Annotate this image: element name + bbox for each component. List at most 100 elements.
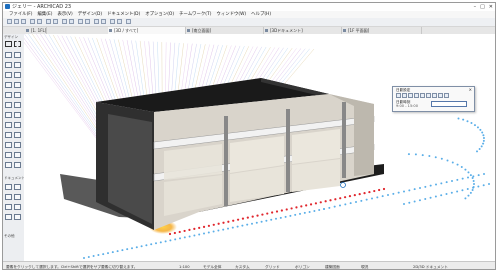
door-tool-icon[interactable] xyxy=(5,92,12,98)
menu-window[interactable]: ウィンドウ(W) xyxy=(216,11,246,18)
shell-tool-icon[interactable] xyxy=(14,72,21,78)
tab-1f-plan[interactable]: [1F 平面図] xyxy=(342,27,422,34)
shadow-icon[interactable] xyxy=(402,93,407,98)
interior-elevation-tool-icon[interactable] xyxy=(14,152,21,158)
tab-3d-view[interactable]: [3D / すべて] xyxy=(108,27,186,34)
sun-position-marker[interactable] xyxy=(340,182,346,188)
panel-close-button[interactable]: × xyxy=(469,87,472,92)
3d-view-icon[interactable] xyxy=(69,19,74,24)
marquee-icon[interactable] xyxy=(53,19,58,24)
help-icon[interactable] xyxy=(444,93,449,98)
lamp-tool-icon[interactable] xyxy=(14,122,21,128)
column-tool-icon[interactable] xyxy=(14,52,21,58)
sun-path-dot-blue xyxy=(471,177,474,180)
sun-icon[interactable] xyxy=(396,93,401,98)
document-tool-icon[interactable] xyxy=(14,184,21,190)
camera-icon[interactable] xyxy=(426,93,431,98)
sun-icon[interactable] xyxy=(117,19,122,24)
export-icon[interactable] xyxy=(438,93,443,98)
status-2d3d-document[interactable]: 2D/3D ドキュメント xyxy=(413,262,448,269)
layers-icon[interactable] xyxy=(78,19,83,24)
time-range-input[interactable] xyxy=(431,101,467,107)
worksheet-tool-icon[interactable] xyxy=(5,162,12,168)
object-tool-icon[interactable] xyxy=(5,122,12,128)
3d-model-canvas[interactable] xyxy=(24,34,496,261)
menu-document[interactable]: ドキュメント(D) xyxy=(107,11,140,18)
open-file-icon[interactable] xyxy=(14,19,19,24)
undo-icon[interactable] xyxy=(30,19,35,24)
orbit-icon[interactable] xyxy=(110,19,115,24)
wall-tool-icon[interactable] xyxy=(5,52,12,58)
document-tab-icon xyxy=(265,29,268,32)
tab-south-elevation[interactable]: [南立面図] xyxy=(186,27,264,34)
floor-plan-icon[interactable] xyxy=(62,19,67,24)
sun-settings-panel: 日影設定 × 日影時刻 9:00 - 15:00 xyxy=(392,86,475,112)
sun-path-dot-blue xyxy=(429,184,432,187)
maximize-button[interactable]: □ xyxy=(480,3,485,11)
detail-tool-icon[interactable] xyxy=(14,162,21,168)
status-model-view[interactable]: モデル全体 xyxy=(203,262,221,269)
measure-icon[interactable] xyxy=(94,19,99,24)
sun-path-dot-blue xyxy=(193,234,196,237)
sun-path-dot-blue xyxy=(466,120,469,123)
new-file-icon[interactable] xyxy=(7,19,12,24)
tab-floor-plan[interactable]: [1. 1FL] xyxy=(25,27,47,34)
marquee-tool-icon[interactable] xyxy=(14,41,21,47)
mesh-tool-icon[interactable] xyxy=(14,132,21,138)
zone-tool-icon[interactable] xyxy=(5,132,12,138)
morph-tool-icon[interactable] xyxy=(5,142,12,148)
section-tool-icon[interactable] xyxy=(14,142,21,148)
zoom-icon[interactable] xyxy=(101,19,106,24)
slab-tool-icon[interactable] xyxy=(14,62,21,68)
menu-edit[interactable]: 編集(E) xyxy=(38,11,53,18)
window-tool-icon[interactable] xyxy=(14,92,21,98)
sun-path-dot-blue xyxy=(203,232,205,235)
document-tool-icon[interactable] xyxy=(14,204,21,210)
stair-tool-icon[interactable] xyxy=(5,112,12,118)
3d-viewport[interactable]: 日影設定 × 日影時刻 9:00 - 15:00 xyxy=(24,34,496,261)
calendar-icon[interactable] xyxy=(414,93,419,98)
document-tool-icon[interactable] xyxy=(14,194,21,200)
status-grid[interactable]: グリッド xyxy=(265,262,280,269)
play-icon[interactable] xyxy=(420,93,425,98)
select-arrow-icon[interactable] xyxy=(46,19,51,24)
document-tool-icon[interactable] xyxy=(5,214,12,220)
document-tool-icon[interactable] xyxy=(5,194,12,200)
document-tool-icon[interactable] xyxy=(14,214,21,220)
sun-path-dot-blue xyxy=(360,199,363,202)
document-tool-icon[interactable] xyxy=(5,204,12,210)
menu-options[interactable]: オプション(O) xyxy=(145,11,174,18)
grid-icon[interactable] xyxy=(85,19,90,24)
elevation-tab-icon xyxy=(187,29,190,32)
status-custom[interactable]: カスタム xyxy=(235,262,250,269)
beam-tool-icon[interactable] xyxy=(5,62,12,68)
3d-tab-icon xyxy=(109,29,112,32)
tab-3d-document[interactable]: [3Dドキュメント] xyxy=(264,27,342,34)
status-existing[interactable]: 現況 xyxy=(361,262,368,269)
close-button[interactable]: ✕ xyxy=(489,3,493,11)
status-architectural[interactable]: 建築図面 xyxy=(325,262,340,269)
skylight-tool-icon[interactable] xyxy=(5,82,12,88)
save-icon[interactable] xyxy=(21,19,26,24)
status-polygon[interactable]: ポリゴン xyxy=(295,262,310,269)
minimize-button[interactable]: – xyxy=(474,3,477,11)
elevation-tool-icon[interactable] xyxy=(5,152,12,158)
status-scale[interactable]: 1:100 xyxy=(179,262,190,269)
menu-design[interactable]: デザイン(D) xyxy=(78,11,102,18)
corner-window-tool-icon[interactable] xyxy=(5,102,12,108)
gear-icon[interactable] xyxy=(432,93,437,98)
arrow-tool-icon[interactable] xyxy=(5,41,12,47)
curtain-wall-tool-icon[interactable] xyxy=(14,82,21,88)
menu-teamwork[interactable]: チームワーク(T) xyxy=(179,11,211,18)
clock-icon[interactable] xyxy=(408,93,413,98)
sun-path-dot-red xyxy=(251,215,254,218)
document-tool-icon[interactable] xyxy=(5,184,12,190)
redo-icon[interactable] xyxy=(37,19,42,24)
menu-help[interactable]: ヘルプ(H) xyxy=(251,11,271,18)
render-icon[interactable] xyxy=(126,19,131,24)
menu-view[interactable]: 表示(V) xyxy=(58,11,73,18)
menu-file[interactable]: ファイル(F) xyxy=(9,11,33,18)
wall-end-tool-icon[interactable] xyxy=(14,102,21,108)
roof-tool-icon[interactable] xyxy=(5,72,12,78)
railing-tool-icon[interactable] xyxy=(14,112,21,118)
